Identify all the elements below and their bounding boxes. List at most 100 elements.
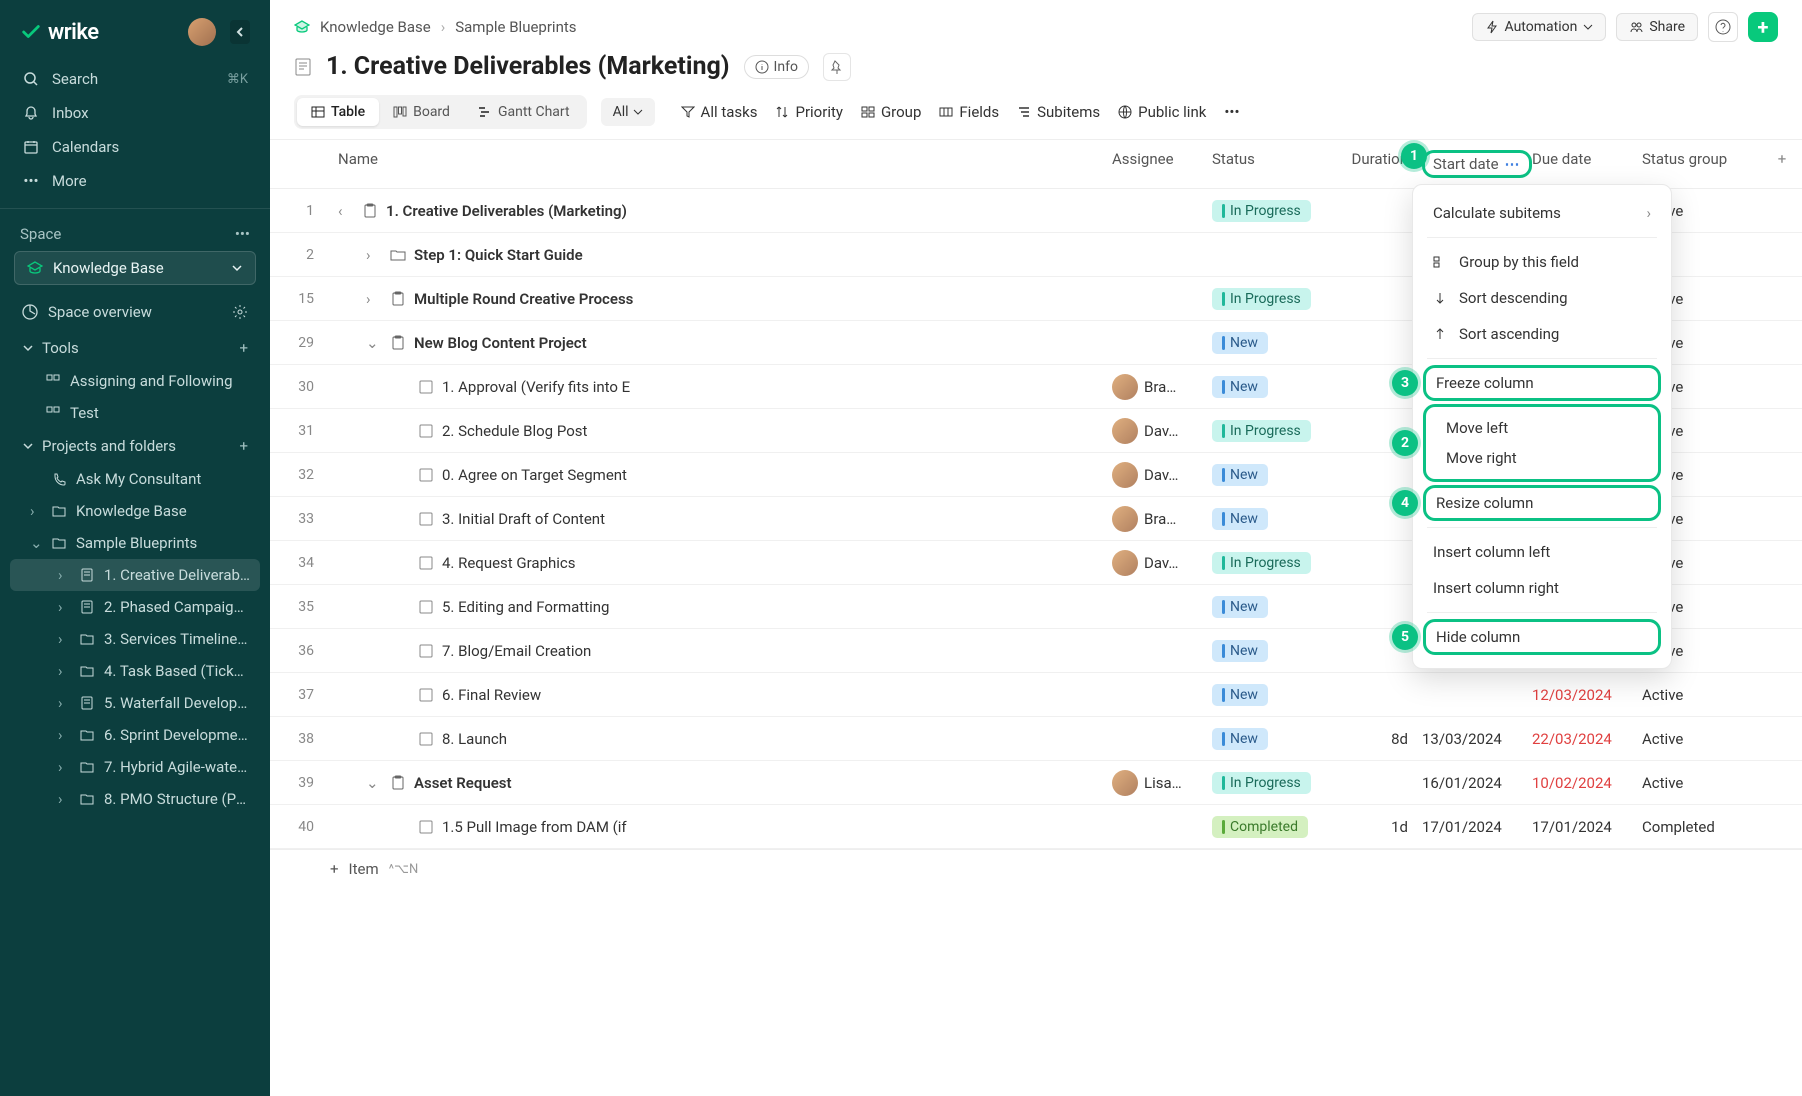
- status-pill[interactable]: New: [1212, 596, 1268, 618]
- info-badge[interactable]: Info: [744, 55, 809, 79]
- space-selector[interactable]: Knowledge Base: [14, 251, 256, 285]
- project-child-item[interactable]: ›1. Creative Deliverabl…: [10, 559, 260, 591]
- user-avatar[interactable]: [188, 18, 216, 46]
- menu-move-right[interactable]: Move right: [1436, 443, 1648, 473]
- menu-sort-descending[interactable]: Sort descending: [1413, 280, 1671, 316]
- expand-toggle[interactable]: ⌄: [366, 774, 382, 792]
- status-pill[interactable]: New: [1212, 728, 1268, 750]
- view-table[interactable]: Table: [297, 98, 379, 126]
- add-item-row[interactable]: + Item ^⌥N: [270, 849, 1802, 888]
- more-toolbar[interactable]: •••: [1224, 103, 1239, 121]
- group-button[interactable]: Group: [861, 103, 921, 121]
- status-pill[interactable]: Completed: [1212, 816, 1308, 838]
- project-child-item[interactable]: ›4. Task Based (Ticket…: [10, 655, 260, 687]
- menu-insert-left[interactable]: Insert column left: [1413, 534, 1671, 570]
- expand-toggle[interactable]: ⌄: [366, 334, 382, 352]
- status-pill[interactable]: New: [1212, 376, 1268, 398]
- project-child-item[interactable]: ›2. Phased Campaign …: [10, 591, 260, 623]
- column-status[interactable]: Status: [1212, 150, 1332, 178]
- assignee-cell[interactable]: Lisa…: [1112, 770, 1212, 796]
- menu-sort-ascending[interactable]: Sort ascending: [1413, 316, 1671, 352]
- assignee-cell[interactable]: Bra…: [1112, 506, 1212, 532]
- assignee-cell[interactable]: Bra…: [1112, 374, 1212, 400]
- all-dropdown[interactable]: All: [601, 98, 655, 126]
- sidebar-collapse-button[interactable]: [230, 20, 250, 44]
- column-assignee[interactable]: Assignee: [1112, 150, 1212, 178]
- gear-icon[interactable]: [232, 304, 248, 320]
- status-pill[interactable]: New: [1212, 464, 1268, 486]
- add-project-button[interactable]: +: [239, 437, 248, 455]
- breadcrumb-1[interactable]: Sample Blueprints: [455, 18, 576, 36]
- table-row[interactable]: 388. LaunchNew8d13/03/202422/03/2024Acti…: [270, 717, 1802, 761]
- breadcrumb-0[interactable]: Knowledge Base: [320, 18, 431, 36]
- project-item[interactable]: Ask My Consultant: [10, 463, 260, 495]
- space-more-icon[interactable]: •••: [235, 225, 250, 243]
- filter-all-tasks[interactable]: All tasks: [681, 103, 758, 121]
- assignee-cell[interactable]: Dav…: [1112, 462, 1212, 488]
- project-child-item[interactable]: ›3. Services Timeline (…: [10, 623, 260, 655]
- expand-toggle[interactable]: ›: [366, 246, 382, 264]
- status-pill[interactable]: In Progress: [1212, 288, 1311, 310]
- project-item[interactable]: ⌄Sample Blueprints: [10, 527, 260, 559]
- subitems-button[interactable]: Subitems: [1017, 103, 1100, 121]
- view-board[interactable]: Board: [379, 98, 464, 126]
- nav-more[interactable]: ••• More: [10, 164, 260, 198]
- column-start-date[interactable]: 1 Start date ⋯: [1422, 150, 1532, 178]
- menu-group-by-field[interactable]: Group by this field: [1413, 244, 1671, 280]
- public-link-button[interactable]: Public link: [1118, 103, 1206, 121]
- space-overview[interactable]: Space overview: [0, 295, 270, 329]
- automation-button[interactable]: Automation: [1472, 13, 1607, 41]
- menu-resize-column[interactable]: 4 Resize column: [1423, 485, 1661, 521]
- table-row[interactable]: 401.5 Pull Image from DAM (ifCompleted1d…: [270, 805, 1802, 849]
- arrow-up-icon: [1433, 327, 1447, 341]
- project-child-item[interactable]: ›6. Sprint Developmen…: [10, 719, 260, 751]
- fields-button[interactable]: Fields: [939, 103, 999, 121]
- share-button[interactable]: Share: [1616, 13, 1698, 41]
- status-pill[interactable]: In Progress: [1212, 200, 1311, 222]
- create-button[interactable]: +: [1748, 12, 1778, 42]
- table-row[interactable]: 39⌄Asset RequestLisa…In Progress16/01/20…: [270, 761, 1802, 805]
- project-child-item[interactable]: ›7. Hybrid Agile-waterf…: [10, 751, 260, 783]
- menu-move-left[interactable]: Move left: [1436, 413, 1648, 443]
- status-pill[interactable]: In Progress: [1212, 772, 1311, 794]
- assignee-cell[interactable]: Dav…: [1112, 418, 1212, 444]
- status-pill[interactable]: In Progress: [1212, 552, 1311, 574]
- column-due-date[interactable]: Due date: [1532, 150, 1642, 178]
- status-pill[interactable]: New: [1212, 640, 1268, 662]
- tool-item[interactable]: Test: [10, 397, 260, 429]
- table-row[interactable]: 376. Final ReviewNew12/03/2024Active: [270, 673, 1802, 717]
- assignee-cell[interactable]: Dav…: [1112, 550, 1212, 576]
- project-child-item[interactable]: ›8. PMO Structure (Por…: [10, 783, 260, 815]
- status-pill[interactable]: In Progress: [1212, 420, 1311, 442]
- nav-calendars[interactable]: Calendars: [10, 130, 260, 164]
- chevron-icon: ›: [30, 502, 44, 520]
- column-name[interactable]: Name: [330, 150, 1112, 178]
- menu-hide-column[interactable]: 5 Hide column: [1423, 619, 1661, 655]
- task-icon: [418, 819, 434, 835]
- project-item[interactable]: ›Knowledge Base: [10, 495, 260, 527]
- column-status-group[interactable]: Status group: [1642, 150, 1762, 178]
- breadcrumbs: Knowledge Base › Sample Blueprints: [294, 18, 577, 36]
- expand-toggle[interactable]: ›: [366, 290, 382, 308]
- nav-inbox[interactable]: Inbox: [10, 96, 260, 130]
- status-pill[interactable]: New: [1212, 684, 1268, 706]
- nav-search[interactable]: Search ⌘K: [10, 62, 260, 96]
- menu-insert-right[interactable]: Insert column right: [1413, 570, 1671, 606]
- column-menu-icon[interactable]: ⋯: [1505, 155, 1521, 173]
- tools-header[interactable]: Tools +: [10, 331, 260, 365]
- add-tool-button[interactable]: +: [239, 339, 248, 357]
- status-pill[interactable]: New: [1212, 508, 1268, 530]
- menu-calculate-subitems[interactable]: Calculate subitems ›: [1413, 195, 1671, 231]
- logo[interactable]: wrike: [20, 20, 99, 45]
- status-pill[interactable]: New: [1212, 332, 1268, 354]
- add-column-button[interactable]: +: [1762, 150, 1802, 178]
- sort-priority[interactable]: Priority: [775, 103, 842, 121]
- menu-freeze-column[interactable]: 3 Freeze column: [1423, 365, 1661, 401]
- project-child-item[interactable]: ›5. Waterfall Developm…: [10, 687, 260, 719]
- help-button[interactable]: [1708, 12, 1738, 42]
- expand-toggle[interactable]: ‹: [338, 202, 354, 220]
- projects-header[interactable]: Projects and folders +: [10, 429, 260, 463]
- tool-item[interactable]: Assigning and Following: [10, 365, 260, 397]
- pin-button[interactable]: [823, 53, 851, 81]
- view-gantt[interactable]: Gantt Chart: [464, 98, 584, 126]
